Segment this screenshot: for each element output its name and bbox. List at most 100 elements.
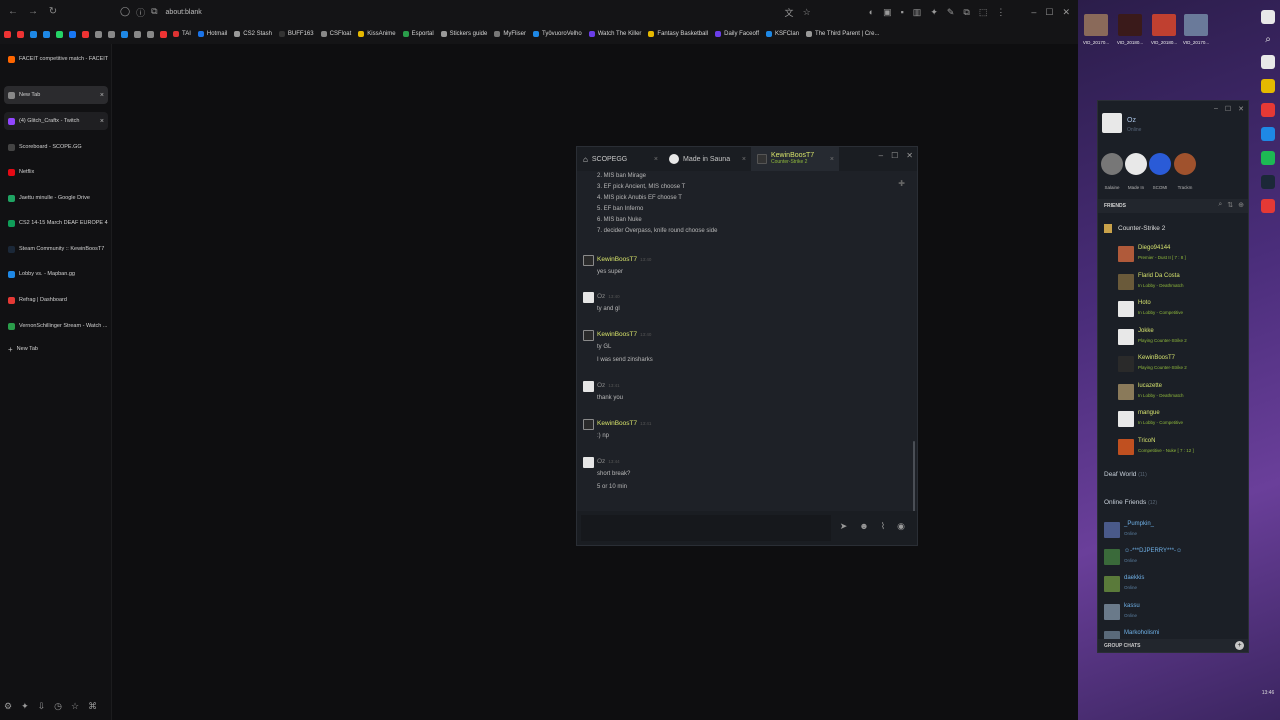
bookmark-item[interactable]: Watch The Killer	[588, 31, 641, 37]
bookmark-item[interactable]: Esportal	[402, 31, 434, 37]
search-icon[interactable]: ⌕	[1218, 201, 1222, 209]
chat-options-icon[interactable]: ✚	[898, 179, 905, 188]
desktop-file-icon[interactable]	[1184, 14, 1208, 36]
browser-tab[interactable]: + New Tab	[4, 340, 108, 358]
bookmark-favicon[interactable]	[56, 30, 63, 38]
app-icon[interactable]	[1261, 127, 1275, 141]
info-icon[interactable]: ⓘ	[136, 6, 145, 19]
friend-avatar[interactable]	[1118, 301, 1134, 317]
back-icon[interactable]: ←	[6, 5, 20, 19]
friend-avatar[interactable]	[1118, 411, 1134, 427]
user-name[interactable]: Oz	[1127, 117, 1136, 124]
friend-name[interactable]: lucazette	[1138, 383, 1162, 389]
close-icon[interactable]: ✕	[1062, 7, 1070, 18]
browser-tab[interactable]: Netflix	[4, 163, 108, 181]
history-icon[interactable]: ◷	[54, 701, 62, 712]
browser-tab[interactable]: Scoreboard - SCOPE.GG	[4, 138, 108, 156]
friend-group-header[interactable]: Online Friends (12)	[1104, 499, 1157, 506]
extension-icon[interactable]: ▣	[883, 7, 892, 18]
close-tab-icon[interactable]: ×	[742, 156, 746, 163]
bookmark-favicon[interactable]	[147, 30, 154, 38]
attach-icon[interactable]: ⌇	[881, 521, 885, 532]
bookmark-favicon[interactable]	[134, 30, 141, 38]
bookmark-item[interactable]: TyövuoroVelho	[533, 31, 582, 37]
minimize-icon[interactable]: –	[1214, 105, 1218, 113]
message-author[interactable]: Oz 13:40	[597, 293, 620, 300]
message-avatar[interactable]	[583, 330, 594, 341]
friend-avatar[interactable]	[1118, 246, 1134, 262]
voice-icon[interactable]: ◉	[897, 521, 905, 532]
bookmark-item[interactable]: CSFloat	[320, 31, 351, 37]
desktop-file-icon[interactable]	[1152, 14, 1176, 36]
chat-scrollbar[interactable]	[913, 441, 915, 513]
emoticon-icon[interactable]: ☻	[859, 521, 868, 532]
browser-tab[interactable]: (4) Glitch_Craftx - Twitch ×	[4, 112, 108, 130]
extension-icon[interactable]: ▪	[901, 7, 904, 17]
user-avatar[interactable]	[1102, 113, 1122, 133]
search-icon[interactable]: ⌕	[1265, 34, 1271, 45]
maximize-icon[interactable]: ☐	[1225, 105, 1231, 113]
message-avatar[interactable]	[583, 292, 594, 303]
extensions-icon[interactable]: ⌘	[88, 701, 97, 712]
browser-tab[interactable]: CS2 14-15 March DEAF EUROPE 4...	[4, 214, 108, 232]
friend-name[interactable]: Markoholismi	[1124, 630, 1159, 636]
friend-name[interactable]: daekkis	[1124, 575, 1144, 581]
translate-icon[interactable]: 文	[785, 6, 794, 19]
close-icon[interactable]: ✕	[906, 151, 913, 160]
bookmark-item[interactable]: Daily Faceoff	[715, 31, 759, 37]
recent-chat-avatar[interactable]	[1149, 153, 1171, 175]
app-icon[interactable]	[1261, 199, 1275, 213]
friend-name[interactable]: mangue	[1138, 410, 1160, 416]
bookmark-star-icon[interactable]: ☆	[803, 7, 811, 18]
message-author[interactable]: KewinBoosT7 13:40	[597, 256, 651, 263]
extensions-puzzle-icon[interactable]: ⬚	[979, 7, 988, 18]
friend-name[interactable]: ☺-***DJPERRY***-☺	[1124, 548, 1182, 554]
friend-avatar[interactable]	[1118, 439, 1134, 455]
browser-tab[interactable]: Steam Community :: KewinBoosT7	[4, 240, 108, 258]
reload-icon[interactable]: ↻	[46, 5, 60, 19]
address-bar[interactable]: about:blank	[166, 9, 202, 16]
message-author[interactable]: Oz 13:44	[597, 458, 620, 465]
settings-icon[interactable]: ⚙	[4, 701, 12, 712]
close-tab-icon[interactable]: ×	[100, 118, 104, 125]
bookmark-favicon[interactable]	[108, 30, 115, 38]
maximize-icon[interactable]: ☐	[891, 151, 898, 160]
friend-avatar[interactable]	[1104, 576, 1120, 592]
bookmark-item[interactable]: TAI	[173, 31, 191, 37]
message-author[interactable]: Oz 13:41	[597, 382, 620, 389]
friend-avatar[interactable]	[1118, 384, 1134, 400]
friend-avatar[interactable]	[1118, 329, 1134, 345]
close-tab-icon[interactable]: ×	[654, 156, 658, 163]
send-icon[interactable]: ➤	[840, 521, 848, 532]
bookmark-item[interactable]: The Third Parent | Cre...	[806, 31, 880, 37]
friend-avatar[interactable]	[1118, 274, 1134, 290]
steam-icon[interactable]	[1261, 175, 1275, 189]
bookmark-item[interactable]: Stickers guide	[440, 31, 487, 37]
friend-name[interactable]: Diego94144	[1138, 245, 1170, 251]
friend-avatar[interactable]	[1104, 604, 1120, 620]
shield-icon[interactable]: ◯	[120, 6, 130, 19]
group-chats-bar[interactable]: GROUP CHATS +	[1098, 639, 1248, 652]
desktop-file-icon[interactable]	[1118, 14, 1142, 36]
extension-icon[interactable]: ✦	[930, 7, 938, 18]
friend-avatar[interactable]	[1104, 522, 1120, 538]
folder-icon[interactable]	[1261, 79, 1275, 93]
ingame-category[interactable]: Counter-Strike 2	[1118, 225, 1165, 232]
recent-chat-avatar[interactable]	[1174, 153, 1196, 175]
app-icon[interactable]	[1261, 55, 1275, 69]
minimize-icon[interactable]: –	[879, 151, 883, 160]
recent-chat-avatar[interactable]	[1101, 153, 1123, 175]
message-avatar[interactable]	[583, 381, 594, 392]
sort-icon[interactable]: ⇅	[1227, 201, 1233, 209]
browser-tab[interactable]: Lobby vs. - Mapban.gg	[4, 265, 108, 283]
menu-icon[interactable]: ⋮	[996, 7, 1005, 18]
taskbar-clock[interactable]: 13:46	[1258, 690, 1278, 696]
message-avatar[interactable]	[583, 419, 594, 430]
friend-name[interactable]: Jokke	[1138, 328, 1154, 334]
extension-icon[interactable]: ✎	[947, 7, 955, 18]
bookmark-item[interactable]: KSFClan	[766, 31, 799, 37]
message-author[interactable]: KewinBoosT7 13:41	[597, 420, 651, 427]
friend-name[interactable]: _Pumpkin_	[1124, 521, 1154, 527]
desktop-file-icon[interactable]	[1084, 14, 1108, 36]
downloads-icon[interactable]: ⇩	[38, 701, 46, 712]
